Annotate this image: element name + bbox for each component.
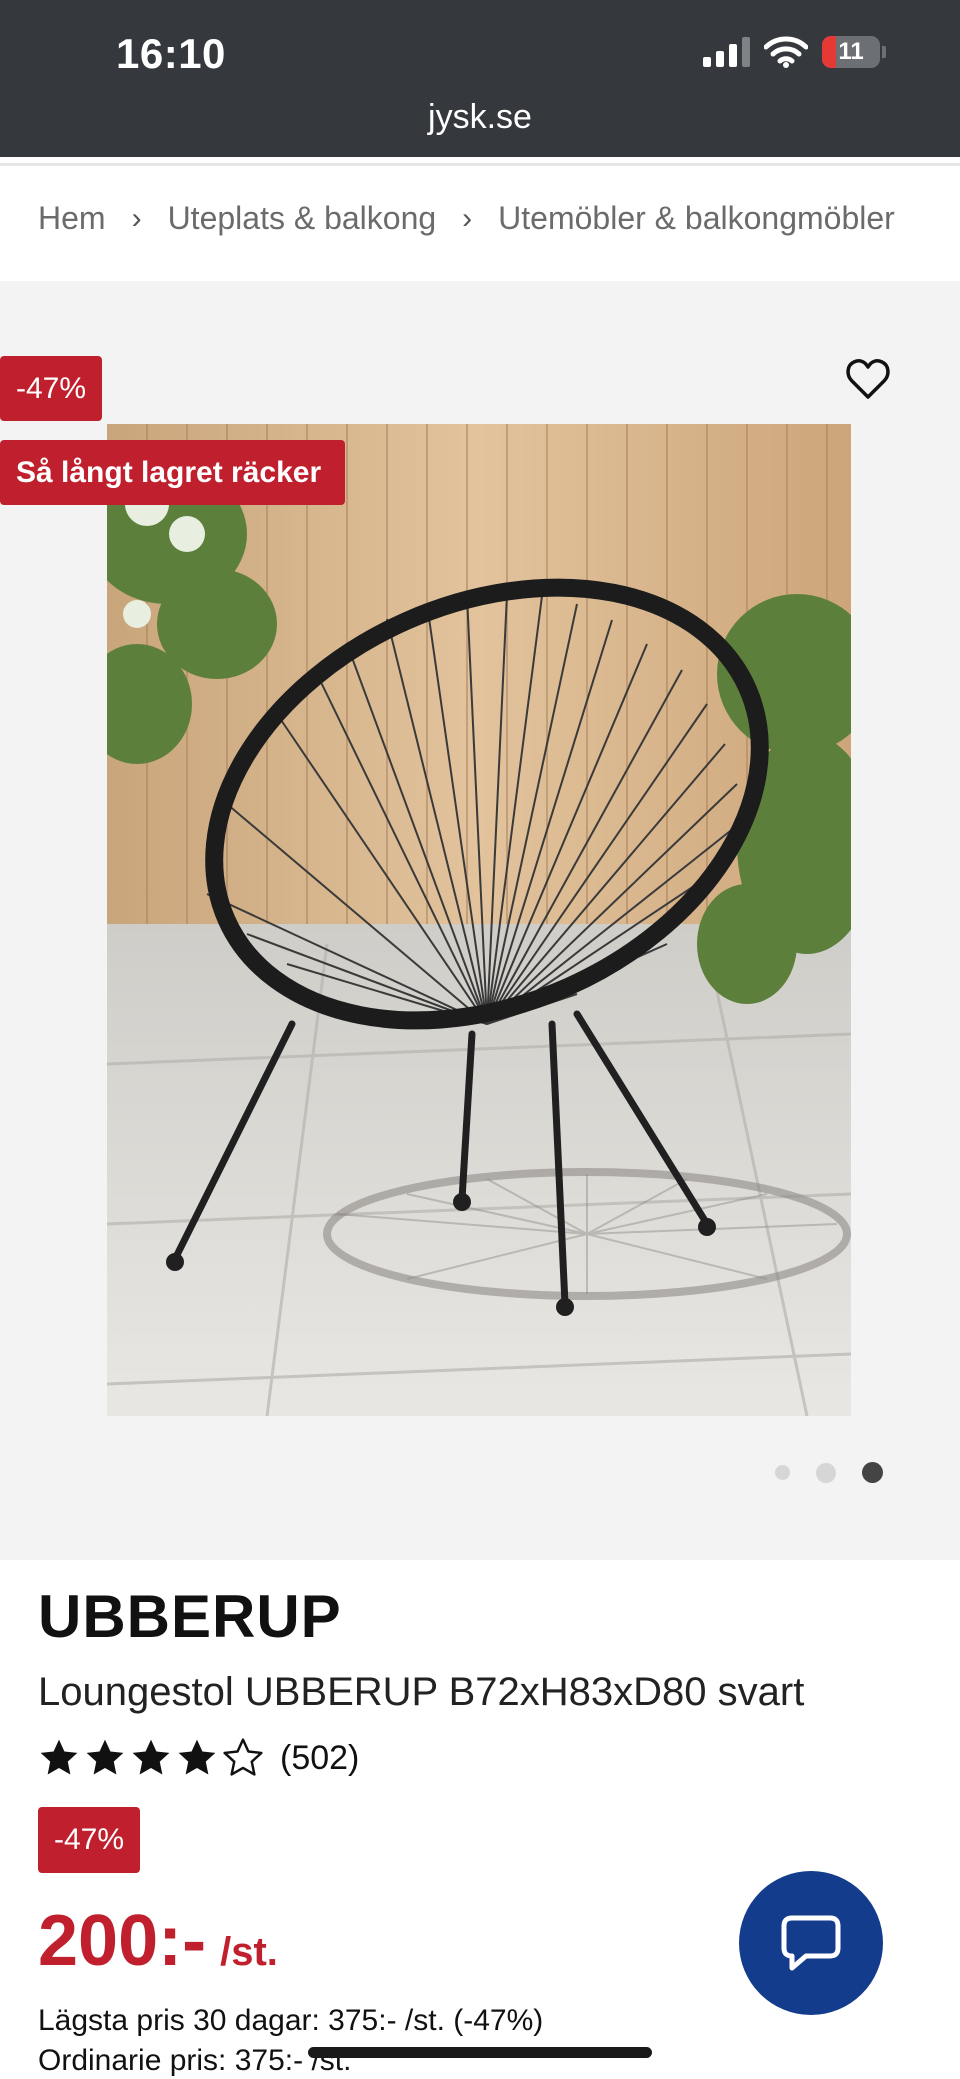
star-filled-icon — [40, 1739, 78, 1775]
product-brand: UBBERUP — [38, 1583, 342, 1650]
heart-icon[interactable] — [844, 355, 892, 403]
wifi-icon — [764, 36, 808, 68]
carousel-dot[interactable] — [816, 1462, 836, 1483]
status-time: 16:10 — [116, 30, 226, 77]
stock-badge: Så långt lagret räcker — [0, 440, 345, 505]
carousel-dot-active[interactable] — [862, 1462, 883, 1483]
regular-price: Ordinarie pris: 375:- /st. — [38, 2044, 352, 2077]
chat-button[interactable] — [739, 1871, 883, 2015]
breadcrumb: Hem › Uteplats & balkong › Utemöbler & b… — [38, 200, 895, 237]
status-icons: 11 — [703, 36, 886, 68]
home-indicator[interactable] — [308, 2047, 652, 2058]
discount-badge: -47% — [0, 356, 102, 421]
product-price: 200:- /st. — [38, 1900, 278, 1982]
url-bar[interactable]: jysk.se — [0, 98, 960, 137]
battery-level: 11 — [838, 38, 864, 65]
breadcrumb-item-uteplats[interactable]: Uteplats & balkong — [168, 200, 437, 237]
chat-icon — [781, 1915, 841, 1971]
breadcrumb-item-hem[interactable]: Hem — [38, 200, 106, 237]
carousel-dot[interactable] — [775, 1465, 790, 1480]
star-filled-icon — [178, 1739, 216, 1775]
chevron-right-icon: › — [131, 201, 142, 235]
star-filled-icon — [86, 1739, 124, 1775]
status-bar: 16:10 11 jysk.se — [0, 0, 960, 157]
price-value: 200:- — [38, 1901, 207, 1981]
product-name: Loungestol UBBERUP B72xH83xD80 svart — [38, 1670, 805, 1714]
product-image[interactable] — [107, 424, 851, 1416]
carousel-dots — [775, 1462, 883, 1483]
signal-icon — [703, 37, 750, 67]
breadcrumb-item-utemobler[interactable]: Utemöbler & balkongmöbler — [498, 200, 895, 237]
star-filled-icon — [132, 1739, 170, 1775]
review-count[interactable]: (502) — [280, 1739, 359, 1778]
chevron-right-icon: › — [462, 201, 473, 235]
price-unit: /st. — [220, 1930, 278, 1974]
product-discount-badge: -47% — [38, 1807, 140, 1873]
product-rating[interactable]: (502) — [38, 1737, 359, 1779]
battery-icon: 11 — [822, 36, 886, 68]
divider — [0, 163, 960, 166]
lowest-price-30-days: Lägsta pris 30 dagar: 375:- /st. (-47%) — [38, 2004, 544, 2037]
star-empty-icon — [223, 1738, 263, 1776]
